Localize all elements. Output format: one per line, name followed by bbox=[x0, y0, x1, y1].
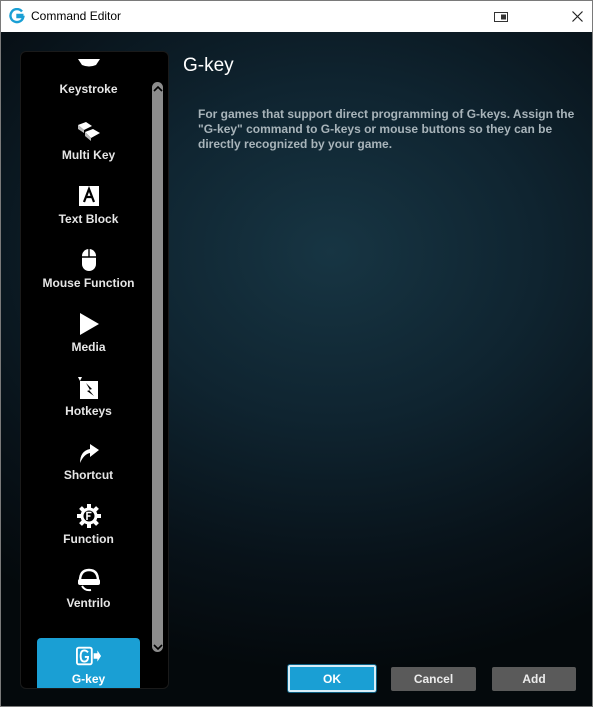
add-button[interactable]: Add bbox=[492, 667, 576, 691]
hotkeys-icon bbox=[76, 375, 102, 401]
sidebar-item-label: Shortcut bbox=[63, 468, 114, 482]
sidebar-item-media[interactable]: Media bbox=[37, 306, 140, 360]
text-block-icon bbox=[76, 183, 102, 209]
g-key-icon bbox=[75, 643, 102, 669]
sidebar-item-hotkeys[interactable]: Hotkeys bbox=[37, 370, 140, 424]
sidebar-item-label: Keystroke bbox=[59, 82, 118, 96]
title-bar: Command Editor bbox=[1, 1, 592, 32]
function-gear-icon bbox=[76, 503, 102, 529]
restore-icon[interactable] bbox=[481, 1, 521, 32]
multi-key-icon bbox=[76, 119, 102, 145]
sidebar-scrollbar[interactable] bbox=[150, 52, 166, 688]
sidebar-item-g-key[interactable]: G-key bbox=[37, 638, 140, 688]
window-title: Command Editor bbox=[31, 9, 122, 23]
sidebar-item-text-block[interactable]: Text Block bbox=[37, 178, 140, 232]
ok-button[interactable]: OK bbox=[288, 665, 376, 692]
sidebar-item-label: G-key bbox=[71, 672, 106, 686]
sidebar-item-label: Media bbox=[71, 340, 106, 354]
panel-description: For games that support direct programmin… bbox=[198, 107, 575, 151]
keystroke-icon bbox=[76, 53, 102, 79]
shortcut-arrow-icon bbox=[76, 439, 102, 465]
sidebar-item-function[interactable]: Function bbox=[37, 498, 140, 552]
sidebar-item-multi-key[interactable]: Multi Key bbox=[37, 114, 140, 168]
play-icon bbox=[76, 311, 102, 337]
command-editor-window: Command Editor Keystroke Multi Key Text … bbox=[0, 0, 593, 707]
sidebar-item-ventrilo[interactable]: Ventrilo bbox=[37, 562, 140, 616]
sidebar-item-label: Ventrilo bbox=[66, 596, 111, 610]
headset-icon bbox=[76, 567, 102, 593]
sidebar-item-mouse-function[interactable]: Mouse Function bbox=[37, 242, 140, 296]
editor-content: Keystroke Multi Key Text Block Mouse Fun… bbox=[1, 32, 592, 706]
logitech-g-icon bbox=[9, 7, 25, 24]
panel-title: G-key bbox=[183, 55, 234, 76]
command-type-sidebar: Keystroke Multi Key Text Block Mouse Fun… bbox=[20, 51, 169, 689]
sidebar-item-label: Mouse Function bbox=[42, 276, 135, 290]
close-icon[interactable] bbox=[557, 1, 592, 32]
sidebar-item-label: Text Block bbox=[58, 212, 119, 226]
scroll-up-icon[interactable] bbox=[150, 82, 166, 96]
sidebar-item-label: Multi Key bbox=[61, 148, 116, 162]
sidebar-item-shortcut[interactable]: Shortcut bbox=[37, 434, 140, 488]
mouse-icon bbox=[76, 247, 102, 273]
scroll-down-icon[interactable] bbox=[150, 640, 166, 654]
cancel-button[interactable]: Cancel bbox=[391, 667, 476, 691]
command-type-list: Keystroke Multi Key Text Block Mouse Fun… bbox=[21, 52, 153, 688]
scrollbar-track[interactable] bbox=[152, 82, 163, 652]
sidebar-item-label: Hotkeys bbox=[65, 404, 112, 418]
sidebar-item-label: Function bbox=[63, 532, 114, 546]
sidebar-item-keystroke[interactable]: Keystroke bbox=[37, 52, 140, 102]
